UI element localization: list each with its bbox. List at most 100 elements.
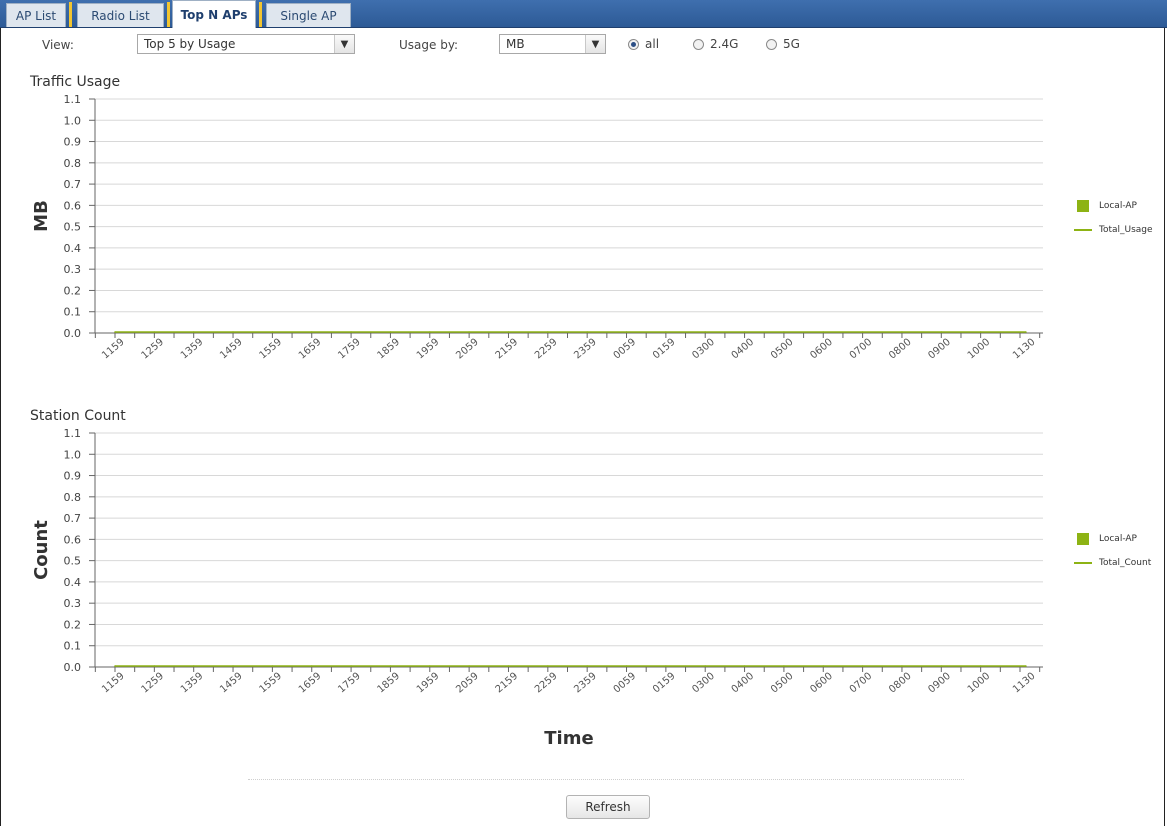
view-select[interactable]: Top 5 by Usage ▼ (137, 34, 355, 54)
point-0059 (625, 665, 628, 667)
x-tick-label: 1759 (336, 671, 363, 696)
point-1459 (232, 331, 234, 333)
y-tick-label: 0.8 (64, 157, 82, 170)
refresh-button[interactable]: Refresh (566, 795, 650, 819)
y-tick-label: 0.6 (64, 199, 82, 212)
tab-top-n-aps[interactable]: Top N APs (172, 0, 256, 28)
tab-radio-list[interactable]: Radio List (77, 3, 164, 27)
y-tick-label: 0.8 (64, 491, 82, 504)
point-0900 (940, 331, 943, 333)
chevron-down-icon: ▼ (585, 35, 605, 53)
point-1959 (428, 665, 431, 667)
legend-item-total-count: Total_Count (1074, 556, 1151, 570)
point-2359 (586, 665, 588, 667)
x-tick-label: 1459 (218, 337, 245, 362)
point-1859 (389, 331, 392, 333)
point-1559 (271, 331, 274, 333)
point-1359 (192, 665, 195, 667)
radio-5g[interactable]: 5G (766, 37, 800, 51)
x-tick-label: 0700 (848, 337, 875, 362)
x-tick-label: 1359 (179, 337, 206, 362)
x-tick-label: 1559 (257, 671, 284, 696)
point-1459 (232, 665, 234, 667)
point-1659 (310, 331, 313, 333)
radio-selected-icon (628, 38, 639, 50)
point-0600 (822, 331, 825, 333)
y-tick-label: 0.0 (64, 327, 82, 340)
x-tick-label: 2059 (454, 671, 481, 696)
x-tick-label: 1759 (336, 337, 363, 362)
x-tick-label: 2159 (494, 337, 521, 362)
y-tick-label: 1.1 (64, 93, 82, 106)
point-0500 (783, 331, 785, 333)
legend-line-swatch (1074, 562, 1092, 564)
y-tick-label: 0.5 (64, 555, 82, 568)
point-1159 (114, 331, 116, 333)
x-tick-label: 0500 (769, 671, 796, 696)
x-tick-label: 1959 (415, 337, 442, 362)
point-0600 (822, 665, 825, 667)
legend-swatch (1077, 533, 1089, 545)
x-tick-label: 1130 (1011, 337, 1038, 362)
point-1859 (389, 665, 392, 667)
radio-all[interactable]: all (628, 37, 659, 51)
point-1259 (153, 665, 156, 667)
x-tick-label: 2359 (572, 337, 599, 362)
point-1559 (271, 665, 274, 667)
legend-item-total-usage: Total_Usage (1074, 223, 1153, 237)
x-tick-label: 1359 (179, 671, 206, 696)
tab-ap-list[interactable]: AP List (6, 3, 66, 27)
legend-line-swatch (1074, 229, 1092, 231)
x-tick-label: 0159 (651, 337, 678, 362)
point-2259 (547, 331, 549, 333)
usage-by-select-value: MB (506, 37, 525, 51)
x-tick-label: 2059 (454, 337, 481, 362)
tab-single-ap[interactable]: Single AP (266, 3, 351, 27)
radio-2-4g[interactable]: 2.4G (693, 37, 738, 51)
y-tick-label: 0.7 (64, 178, 82, 191)
usage-by-select[interactable]: MB ▼ (499, 34, 606, 54)
x-tick-label: 1959 (415, 671, 442, 696)
y-tick-label: 0.7 (64, 512, 82, 525)
traffic-usage-chart: 0.0 0.1 0.2 0.3 0.4 0.5 0.6 0.7 0.8 0.9 1.0 1.1 1159… (31, 93, 1043, 362)
point-0400 (743, 331, 746, 333)
point-1130 (1025, 665, 1027, 667)
legend-label: Local-AP (1099, 534, 1137, 544)
point-0700 (861, 665, 864, 667)
x-tick-label: 1130 (1011, 671, 1038, 696)
point-1959 (428, 331, 431, 333)
point-0400 (743, 665, 746, 667)
point-1000 (979, 331, 982, 333)
view-select-value: Top 5 by Usage (144, 37, 236, 51)
point-0500 (783, 665, 785, 667)
x-tick-label: 1559 (257, 337, 284, 362)
y-tick-label: 0.3 (64, 597, 82, 610)
point-2159 (507, 665, 510, 667)
x-axis-label: Time (544, 728, 593, 749)
x-tick-label: 1459 (218, 671, 245, 696)
tab-separator (69, 2, 72, 27)
x-tick-label: 0400 (730, 671, 757, 696)
point-0159 (665, 331, 667, 333)
y-axis-label: Count (31, 520, 52, 580)
legend-label: Local-AP (1099, 201, 1137, 211)
y-tick-label: 0.4 (64, 242, 82, 255)
legend-item-local-ap: Local-AP (1074, 199, 1153, 213)
point-1130 (1025, 331, 1027, 333)
y-tick-label: 0.2 (64, 618, 82, 631)
point-1259 (153, 331, 156, 333)
x-tick-label: 1000 (966, 671, 993, 696)
usage-by-label: Usage by: (399, 38, 459, 52)
x-tick-label: 0700 (848, 671, 875, 696)
x-tick-label: 0059 (612, 671, 639, 696)
point-2359 (586, 331, 588, 333)
y-tick-label: 1.0 (64, 448, 82, 461)
legend-label: Total_Count (1099, 558, 1152, 568)
y-tick-label: 0.5 (64, 221, 82, 234)
point-0300 (704, 665, 707, 667)
y-tick-label: 0.0 (64, 661, 82, 674)
y-tick-label: 0.4 (64, 576, 82, 589)
x-tick-label: 1259 (139, 337, 166, 362)
x-tick-label: 0300 (690, 337, 717, 362)
point-2059 (468, 665, 470, 667)
